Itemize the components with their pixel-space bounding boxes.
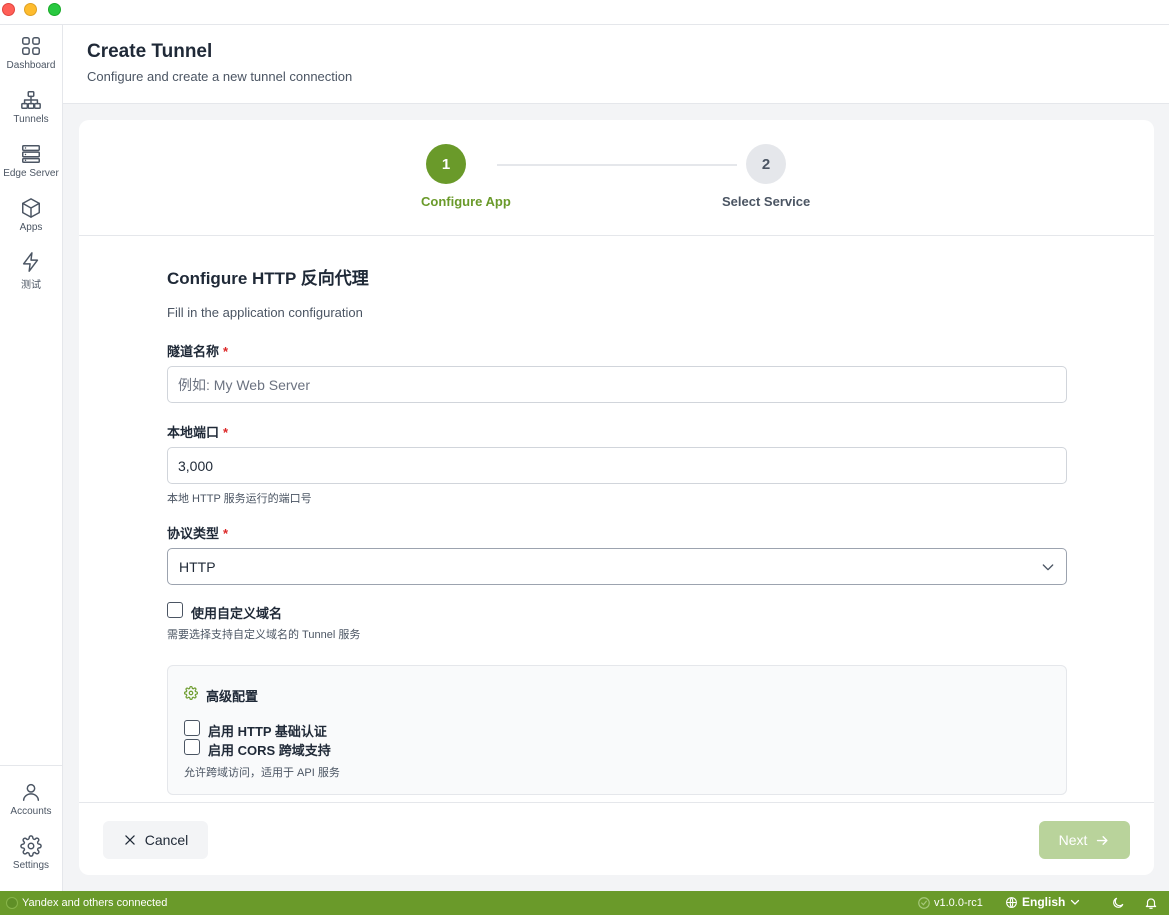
custom-domain-checkbox[interactable]	[167, 602, 183, 618]
cors-hint: 允许跨域访问，适用于 API 服务	[184, 767, 340, 779]
page-header: Create Tunnel Configure and create a new…	[63, 25, 1169, 104]
sidebar-item-label: Accounts	[10, 806, 52, 817]
next-button-label: Next	[1058, 832, 1088, 848]
close-icon	[124, 835, 135, 845]
connection-status-icon	[6, 897, 18, 909]
language-label: English	[1022, 895, 1066, 909]
basic-auth-checkbox[interactable]	[184, 720, 200, 736]
advanced-config-title: 高级配置	[206, 689, 259, 704]
network-icon	[21, 91, 41, 109]
cancel-button[interactable]: Cancel	[103, 821, 208, 859]
stepper: 1 2 Configure App Select Service	[79, 120, 1154, 236]
sidebar-item-edge-server[interactable]: Edge Server	[0, 143, 62, 193]
check-circle-icon	[918, 897, 930, 909]
user-icon	[22, 783, 40, 801]
sidebar-item-label: Dashboard	[6, 60, 56, 71]
local-port-label: 本地端口 *	[167, 422, 228, 441]
form-area: Configure HTTP 反向代理 Fill in the applicat…	[79, 236, 1154, 802]
advanced-config-panel: 高级配置 启用 HTTP 基础认证 启用 CORS 跨域支持 允许跨域访问，适用…	[167, 665, 1067, 795]
sidebar-item-settings[interactable]: Settings	[0, 835, 62, 885]
tunnel-name-label-text: 隧道名称	[167, 344, 220, 359]
bolt-icon	[22, 252, 39, 272]
local-port-label-text: 本地端口	[167, 425, 220, 440]
required-marker: *	[223, 344, 229, 359]
version-label: v1.0.0-rc1	[934, 897, 983, 909]
cors-checkbox[interactable]	[184, 739, 200, 755]
sidebar-item-accounts[interactable]: Accounts	[0, 781, 62, 831]
protocol-label: 协议类型 *	[167, 523, 228, 542]
chevron-down-icon	[1042, 564, 1054, 571]
sidebar-item-label: Edge Server	[3, 168, 59, 179]
sidebar-item-apps[interactable]: Apps	[0, 197, 62, 247]
tunnel-name-input[interactable]	[167, 366, 1067, 403]
sidebar: Dashboard Tunnels Edge Server Apps 测试 Ac…	[0, 25, 63, 891]
page-subtitle: Configure and create a new tunnel connec…	[87, 69, 353, 84]
sidebar-item-label: Settings	[12, 860, 50, 871]
step-1-circle: 1	[426, 144, 466, 184]
cancel-button-label: Cancel	[144, 832, 189, 848]
step-1-label: Configure App	[421, 194, 511, 209]
protocol-select[interactable]: HTTP	[167, 548, 1067, 585]
globe-icon	[1006, 896, 1017, 908]
grid-icon	[22, 37, 40, 55]
create-tunnel-card: 1 2 Configure App Select Service Configu…	[79, 120, 1154, 875]
window-minimize-button[interactable]	[24, 3, 37, 16]
required-marker: *	[223, 425, 229, 440]
step-2-circle: 2	[746, 144, 786, 184]
sidebar-item-test[interactable]: 测试	[0, 251, 62, 301]
chevron-down-icon	[1071, 899, 1080, 905]
gear-icon	[20, 835, 42, 857]
window-titlebar	[0, 0, 1169, 25]
tunnel-name-label: 隧道名称 *	[167, 341, 228, 360]
local-port-input[interactable]	[167, 447, 1067, 484]
arrow-right-icon	[1097, 835, 1108, 845]
step-2-label: Select Service	[722, 194, 811, 209]
form-title: Configure HTTP 反向代理	[167, 269, 369, 288]
sidebar-item-dashboard[interactable]: Dashboard	[0, 35, 62, 85]
moon-icon[interactable]	[1111, 896, 1125, 910]
basic-auth-label: 启用 HTTP 基础认证	[208, 724, 327, 739]
window-close-button[interactable]	[2, 3, 15, 16]
sidebar-item-label: Tunnels	[13, 114, 49, 125]
card-footer: Cancel Next	[79, 802, 1154, 875]
form-description: Fill in the application configuration	[167, 305, 363, 320]
bell-icon[interactable]	[1144, 896, 1158, 910]
required-marker: *	[223, 526, 229, 541]
next-button[interactable]: Next	[1039, 821, 1130, 859]
connection-status-text: Yandex and others connected	[22, 897, 168, 909]
server-icon	[22, 145, 40, 163]
step-connector	[497, 164, 737, 166]
protocol-label-text: 协议类型	[167, 526, 220, 541]
protocol-select-value: HTTP	[179, 559, 216, 575]
sidebar-item-tunnels[interactable]: Tunnels	[0, 89, 62, 139]
cube-icon	[22, 198, 40, 218]
sidebar-item-label: Apps	[19, 222, 43, 233]
local-port-hint: 本地 HTTP 服务运行的端口号	[167, 493, 312, 505]
custom-domain-hint: 需要选择支持自定义域名的 Tunnel 服务	[167, 629, 361, 641]
sidebar-divider	[0, 765, 62, 766]
gear-icon	[184, 686, 198, 700]
window-maximize-button[interactable]	[48, 3, 61, 16]
language-selector[interactable]: English	[1005, 895, 1081, 909]
page-title: Create Tunnel	[87, 41, 213, 62]
cors-label: 启用 CORS 跨域支持	[208, 743, 331, 758]
sidebar-item-label: 测试	[21, 280, 41, 291]
status-bar: Yandex and others connected v1.0.0-rc1 E…	[0, 891, 1169, 915]
custom-domain-label: 使用自定义域名	[191, 606, 283, 621]
